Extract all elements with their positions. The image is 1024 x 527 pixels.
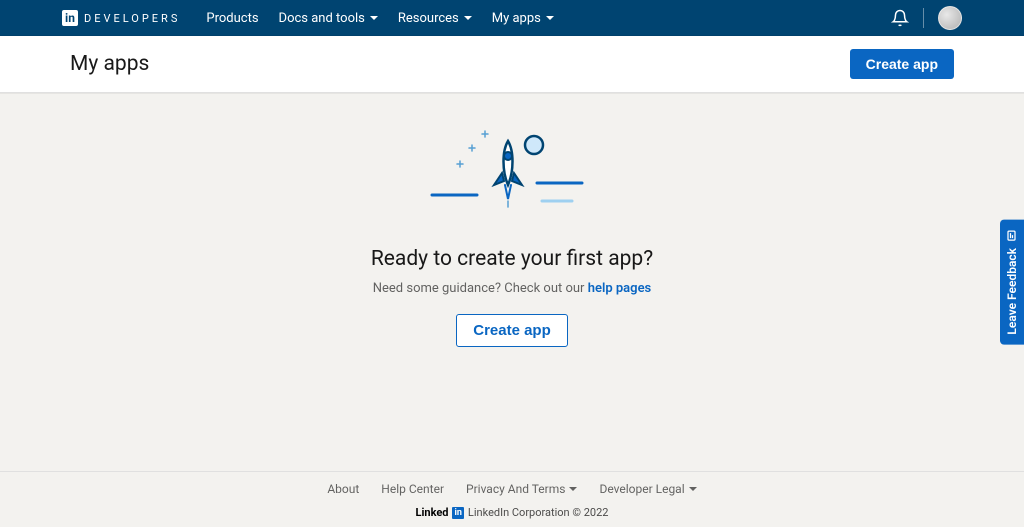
brand-text: DEVELOPERS xyxy=(84,12,180,25)
brand-logo[interactable]: in DEVELOPERS xyxy=(62,10,180,26)
page-title: My apps xyxy=(70,52,149,76)
footer-link-privacy[interactable]: Privacy And Terms xyxy=(466,482,577,496)
footer-links: About Help Center Privacy And Terms Deve… xyxy=(0,482,1024,496)
footer: About Help Center Privacy And Terms Deve… xyxy=(0,471,1024,527)
page-header: My apps Create app xyxy=(0,36,1024,93)
footer-link-legal[interactable]: Developer Legal xyxy=(599,482,696,496)
footer-brand: Linkedin LinkedIn Corporation © 2022 xyxy=(0,506,1024,519)
leave-feedback-tab[interactable]: Leave Feedback xyxy=(1000,220,1024,345)
nav-item-myapps[interactable]: My apps xyxy=(492,11,554,26)
feedback-icon xyxy=(1006,230,1018,242)
chevron-down-icon xyxy=(569,487,577,491)
nav-item-label: Resources xyxy=(398,11,459,26)
nav-item-label: Products xyxy=(206,11,258,26)
nav-item-label: My apps xyxy=(492,11,541,26)
footer-brand-prefix: Linked xyxy=(416,506,449,519)
avatar[interactable] xyxy=(938,6,962,30)
linkedin-logo-icon: in xyxy=(62,10,78,26)
chevron-down-icon xyxy=(546,16,554,20)
bell-icon[interactable] xyxy=(891,9,909,27)
empty-state-headline: Ready to create your first app? xyxy=(0,247,1024,271)
create-app-cta[interactable]: Create app xyxy=(456,314,568,347)
nav-links: Products Docs and tools Resources My app… xyxy=(206,11,554,26)
empty-state: Ready to create your first app? Need som… xyxy=(0,93,1024,347)
nav-item-label: Docs and tools xyxy=(279,11,365,26)
linkedin-logo-icon: in xyxy=(452,507,463,519)
empty-state-subline: Need some guidance? Check out our help p… xyxy=(0,281,1024,296)
chevron-down-icon xyxy=(464,16,472,20)
footer-link-help[interactable]: Help Center xyxy=(381,482,444,496)
nav-item-docs[interactable]: Docs and tools xyxy=(279,11,378,26)
nav-item-resources[interactable]: Resources xyxy=(398,11,472,26)
help-pages-link[interactable]: help pages xyxy=(588,281,652,296)
chevron-down-icon xyxy=(689,487,697,491)
create-app-button[interactable]: Create app xyxy=(850,49,954,79)
nav-item-products[interactable]: Products xyxy=(206,11,258,26)
feedback-label: Leave Feedback xyxy=(1005,248,1019,335)
rocket-illustration xyxy=(0,123,1024,233)
chevron-down-icon xyxy=(370,16,378,20)
subline-prefix: Need some guidance? Check out our xyxy=(373,281,588,296)
footer-link-about[interactable]: About xyxy=(327,482,359,496)
divider xyxy=(923,8,924,28)
footer-copyright: LinkedIn Corporation © 2022 xyxy=(468,506,609,519)
top-nav: in DEVELOPERS Products Docs and tools Re… xyxy=(0,0,1024,36)
